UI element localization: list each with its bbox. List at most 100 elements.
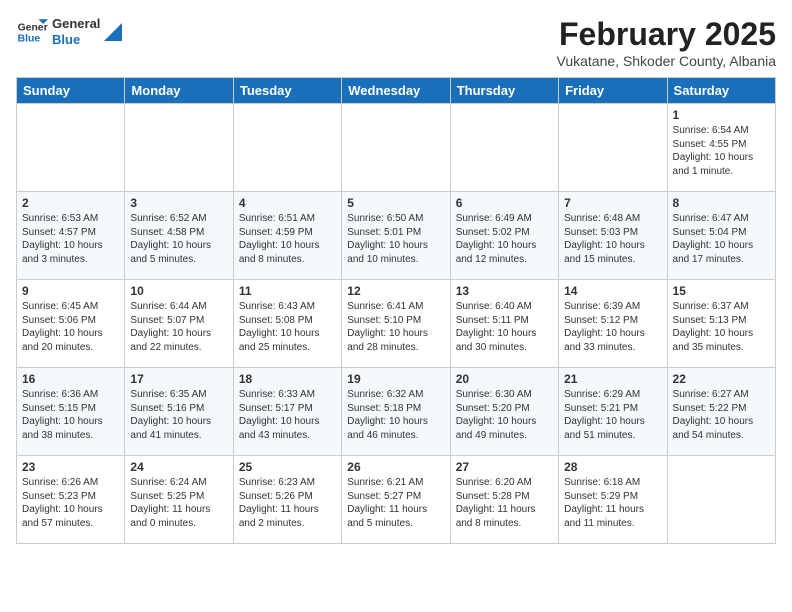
day-info: Sunrise: 6:54 AM Sunset: 4:55 PM Dayligh… (673, 124, 770, 178)
calendar-cell: 4Sunrise: 6:51 AM Sunset: 4:59 PM Daylig… (233, 192, 341, 280)
day-info: Sunrise: 6:37 AM Sunset: 5:13 PM Dayligh… (673, 300, 770, 354)
day-info: Sunrise: 6:27 AM Sunset: 5:22 PM Dayligh… (673, 388, 770, 442)
calendar-cell: 6 Sunrise: 6:49 AM Sunset: 5:02 PM Daylig… (450, 192, 558, 280)
calendar-cell (342, 104, 450, 192)
calendar-cell: 17 Sunrise: 6:35 AM Sunset: 5:16 PM Dayli… (125, 368, 233, 456)
day-number: 11 (239, 284, 336, 298)
calendar-cell (17, 104, 125, 192)
day-number: 13 (456, 284, 553, 298)
day-number: 28 (564, 460, 661, 474)
day-number: 3 (130, 196, 227, 210)
calendar-cell: 19 Sunrise: 6:32 AM Sunset: 5:18 PM Dayli… (342, 368, 450, 456)
location: Vukatane, Shkoder County, Albania (557, 53, 776, 69)
svg-text:General: General (18, 22, 48, 33)
day-info: Sunrise: 6:47 AM Sunset: 5:04 PM Dayligh… (673, 212, 770, 266)
day-info: Sunrise: 6:49 AM Sunset: 5:02 PM Dayligh… (456, 212, 553, 266)
logo: General Blue General Blue (16, 16, 122, 48)
svg-text:Blue: Blue (18, 34, 41, 45)
weekday-header-tuesday: Tuesday (233, 78, 341, 104)
day-number: 7 (564, 196, 661, 210)
weekday-header-thursday: Thursday (450, 78, 558, 104)
day-info: Sunrise: 6:44 AM Sunset: 5:07 PM Dayligh… (130, 300, 227, 354)
calendar-cell: 23 Sunrise: 6:26 AM Sunset: 5:23 PM Dayli… (17, 456, 125, 544)
day-info: Sunrise: 6:33 AM Sunset: 5:17 PM Dayligh… (239, 388, 336, 442)
calendar-cell: 27 Sunrise: 6:20 AM Sunset: 5:28 PM Dayli… (450, 456, 558, 544)
day-info: Sunrise: 6:20 AM Sunset: 5:28 PM Dayligh… (456, 476, 553, 530)
day-info: Sunrise: 6:24 AM Sunset: 5:25 PM Dayligh… (130, 476, 227, 530)
calendar-cell: 22 Sunrise: 6:27 AM Sunset: 5:22 PM Dayli… (667, 368, 775, 456)
day-info: Sunrise: 6:39 AM Sunset: 5:12 PM Dayligh… (564, 300, 661, 354)
calendar-cell (450, 104, 558, 192)
weekday-header-sunday: Sunday (17, 78, 125, 104)
calendar-cell: 3Sunrise: 6:52 AM Sunset: 4:58 PM Daylig… (125, 192, 233, 280)
calendar-cell: 24 Sunrise: 6:24 AM Sunset: 5:25 PM Dayli… (125, 456, 233, 544)
calendar-cell (125, 104, 233, 192)
logo-icon: General Blue (16, 16, 48, 48)
month-title: February 2025 (557, 16, 776, 53)
calendar-cell: 15 Sunrise: 6:37 AM Sunset: 5:13 PM Dayli… (667, 280, 775, 368)
day-number: 4 (239, 196, 336, 210)
calendar-cell: 20 Sunrise: 6:30 AM Sunset: 5:20 PM Dayli… (450, 368, 558, 456)
logo-triangle (104, 23, 122, 41)
week-row-1: 1Sunrise: 6:54 AM Sunset: 4:55 PM Daylig… (17, 104, 776, 192)
day-number: 19 (347, 372, 444, 386)
week-row-2: 2Sunrise: 6:53 AM Sunset: 4:57 PM Daylig… (17, 192, 776, 280)
day-number: 20 (456, 372, 553, 386)
day-number: 12 (347, 284, 444, 298)
day-number: 22 (673, 372, 770, 386)
day-number: 6 (456, 196, 553, 210)
day-number: 9 (22, 284, 119, 298)
calendar-cell: 11Sunrise: 6:43 AM Sunset: 5:08 PM Dayli… (233, 280, 341, 368)
day-info: Sunrise: 6:41 AM Sunset: 5:10 PM Dayligh… (347, 300, 444, 354)
day-info: Sunrise: 6:30 AM Sunset: 5:20 PM Dayligh… (456, 388, 553, 442)
day-number: 5 (347, 196, 444, 210)
day-info: Sunrise: 6:40 AM Sunset: 5:11 PM Dayligh… (456, 300, 553, 354)
calendar-cell: 2Sunrise: 6:53 AM Sunset: 4:57 PM Daylig… (17, 192, 125, 280)
calendar-cell: 1Sunrise: 6:54 AM Sunset: 4:55 PM Daylig… (667, 104, 775, 192)
calendar-cell: 7 Sunrise: 6:48 AM Sunset: 5:03 PM Daylig… (559, 192, 667, 280)
day-number: 26 (347, 460, 444, 474)
calendar-cell: 14 Sunrise: 6:39 AM Sunset: 5:12 PM Dayli… (559, 280, 667, 368)
calendar-cell: 10 Sunrise: 6:44 AM Sunset: 5:07 PM Dayli… (125, 280, 233, 368)
logo-blue-text: Blue (52, 32, 100, 48)
day-info: Sunrise: 6:45 AM Sunset: 5:06 PM Dayligh… (22, 300, 119, 354)
calendar-cell: 21 Sunrise: 6:29 AM Sunset: 5:21 PM Dayli… (559, 368, 667, 456)
day-info: Sunrise: 6:21 AM Sunset: 5:27 PM Dayligh… (347, 476, 444, 530)
day-info: Sunrise: 6:26 AM Sunset: 5:23 PM Dayligh… (22, 476, 119, 530)
day-number: 23 (22, 460, 119, 474)
logo-general-text: General (52, 16, 100, 32)
week-row-4: 16Sunrise: 6:36 AM Sunset: 5:15 PM Dayli… (17, 368, 776, 456)
day-info: Sunrise: 6:36 AM Sunset: 5:15 PM Dayligh… (22, 388, 119, 442)
weekday-header-saturday: Saturday (667, 78, 775, 104)
day-number: 18 (239, 372, 336, 386)
calendar-cell: 12 Sunrise: 6:41 AM Sunset: 5:10 PM Dayli… (342, 280, 450, 368)
day-number: 14 (564, 284, 661, 298)
calendar-cell: 16Sunrise: 6:36 AM Sunset: 5:15 PM Dayli… (17, 368, 125, 456)
day-info: Sunrise: 6:35 AM Sunset: 5:16 PM Dayligh… (130, 388, 227, 442)
week-row-5: 23 Sunrise: 6:26 AM Sunset: 5:23 PM Dayli… (17, 456, 776, 544)
day-number: 21 (564, 372, 661, 386)
day-number: 10 (130, 284, 227, 298)
weekday-header-monday: Monday (125, 78, 233, 104)
weekday-header-wednesday: Wednesday (342, 78, 450, 104)
weekday-header-row: SundayMondayTuesdayWednesdayThursdayFrid… (17, 78, 776, 104)
calendar-cell (233, 104, 341, 192)
calendar-cell (667, 456, 775, 544)
calendar-cell: 9 Sunrise: 6:45 AM Sunset: 5:06 PM Daylig… (17, 280, 125, 368)
day-info: Sunrise: 6:48 AM Sunset: 5:03 PM Dayligh… (564, 212, 661, 266)
day-info: Sunrise: 6:50 AM Sunset: 5:01 PM Dayligh… (347, 212, 444, 266)
day-number: 2 (22, 196, 119, 210)
calendar-cell: 8Sunrise: 6:47 AM Sunset: 5:04 PM Daylig… (667, 192, 775, 280)
weekday-header-friday: Friday (559, 78, 667, 104)
day-info: Sunrise: 6:29 AM Sunset: 5:21 PM Dayligh… (564, 388, 661, 442)
day-number: 17 (130, 372, 227, 386)
calendar-cell: 5 Sunrise: 6:50 AM Sunset: 5:01 PM Daylig… (342, 192, 450, 280)
page-header: General Blue General Blue February 2025 … (16, 16, 776, 69)
day-number: 27 (456, 460, 553, 474)
calendar-cell: 25Sunrise: 6:23 AM Sunset: 5:26 PM Dayli… (233, 456, 341, 544)
day-info: Sunrise: 6:32 AM Sunset: 5:18 PM Dayligh… (347, 388, 444, 442)
title-block: February 2025 Vukatane, Shkoder County, … (557, 16, 776, 69)
day-number: 15 (673, 284, 770, 298)
day-number: 24 (130, 460, 227, 474)
calendar-cell: 26 Sunrise: 6:21 AM Sunset: 5:27 PM Dayli… (342, 456, 450, 544)
